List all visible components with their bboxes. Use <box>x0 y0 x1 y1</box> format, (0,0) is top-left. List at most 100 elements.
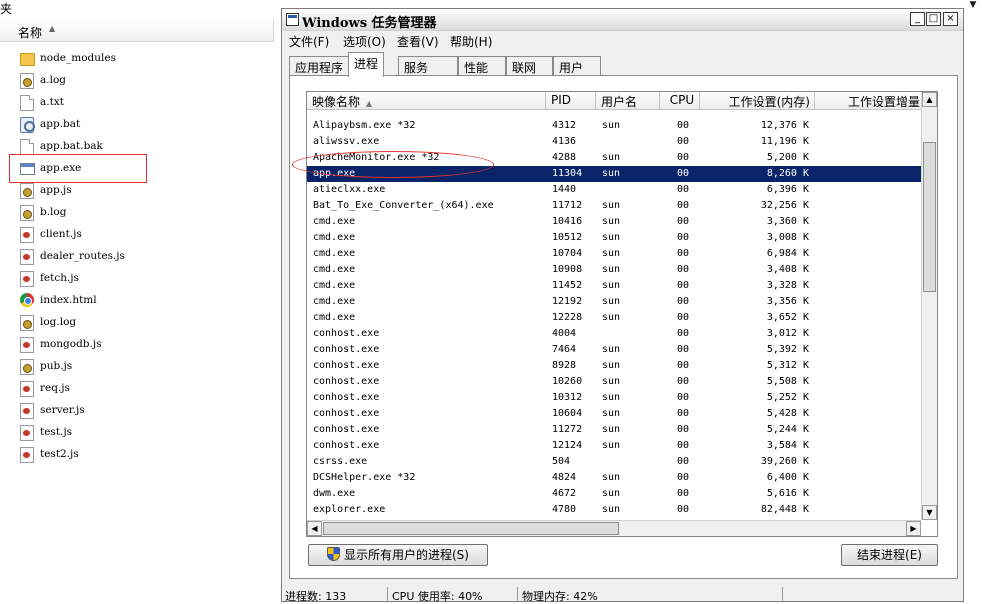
tab-performance[interactable]: 性能 <box>458 56 506 76</box>
process-row[interactable]: cmd.exe 10908 sun 00 3,408 K <box>307 262 921 278</box>
process-name: cmd.exe <box>313 248 356 259</box>
task-manager-window: Windows 任务管理器 _ □ × 文件(F) 选项(O) 查看(V) 帮助… <box>281 8 964 603</box>
process-row[interactable]: conhost.exe 4004 00 3,012 K <box>307 326 921 342</box>
process-row[interactable]: dwm.exe 4672 sun 00 5,616 K <box>307 486 921 502</box>
process-memory: 5,428 K <box>766 408 809 419</box>
horizontal-scrollbar[interactable]: ◀ ▶ <box>307 520 921 536</box>
process-name: atieclxx.exe <box>313 184 386 195</box>
menu-bar: 文件(F) 选项(O) 查看(V) 帮助(H) <box>282 31 963 51</box>
end-process-button[interactable]: 结束进程(E) <box>841 544 938 566</box>
title-bar[interactable]: Windows 任务管理器 _ □ × <box>282 9 963 31</box>
column-header-name[interactable]: 名称 ▲ <box>0 20 274 42</box>
process-memory: 6,396 K <box>766 184 809 195</box>
tab-users[interactable]: 用户 <box>553 56 601 76</box>
menu-options[interactable]: 选项(O) <box>343 33 386 50</box>
process-row[interactable]: cmd.exe 12228 sun 00 3,652 K <box>307 310 921 326</box>
process-user: sun <box>602 424 621 435</box>
process-memory: 3,408 K <box>766 264 809 275</box>
file-name: a.txt <box>40 96 64 108</box>
scroll-thumb[interactable] <box>923 142 936 292</box>
process-pid: 10260 <box>552 376 583 387</box>
minimize-button[interactable]: _ <box>910 12 925 26</box>
folder-icon <box>20 53 35 66</box>
process-row[interactable]: explorer.exe 4780 sun 00 82,448 K <box>307 502 921 518</box>
process-pid: 10416 <box>552 216 583 227</box>
process-memory: 3,356 K <box>766 296 809 307</box>
process-memory: 3,652 K <box>766 312 809 323</box>
file-name: pub.js <box>40 360 73 372</box>
process-user: sun <box>602 120 621 131</box>
process-name: cmd.exe <box>313 264 356 275</box>
process-row[interactable]: conhost.exe 12124 sun 00 3,584 K <box>307 438 921 454</box>
scroll-up-icon[interactable]: ▲ <box>922 92 937 107</box>
process-cpu: 00 <box>677 120 690 131</box>
js-file-icon <box>20 425 34 441</box>
process-user: sun <box>602 312 621 323</box>
process-memory: 3,328 K <box>766 280 809 291</box>
process-row[interactable]: cmd.exe 11452 sun 00 3,328 K <box>307 278 921 294</box>
process-cpu: 00 <box>677 216 690 227</box>
column-user[interactable]: 用户名 <box>596 92 660 110</box>
explorer-top-fragment: 夹 <box>0 2 13 16</box>
process-cpu: 00 <box>677 408 690 419</box>
process-row[interactable]: Bat_To_Exe_Converter_(x64).exe 11712 sun 00… <box>307 198 921 214</box>
process-memory: 32,256 K <box>760 200 809 211</box>
process-row[interactable]: conhost.exe 10260 sun 00 5,508 K <box>307 374 921 390</box>
close-button[interactable]: × <box>943 12 958 26</box>
column-pid[interactable]: PID <box>546 92 596 110</box>
process-pid: 4824 <box>552 472 577 483</box>
process-memory: 5,616 K <box>766 488 809 499</box>
column-header-name-label: 名称 <box>18 26 43 40</box>
scroll-left-icon[interactable]: ◀ <box>307 521 322 536</box>
menu-view[interactable]: 查看(V) <box>397 33 439 50</box>
show-all-users-button[interactable]: 显示所有用户的进程(S) <box>308 544 488 566</box>
process-row[interactable]: aliwssv.exe 4136 00 11,196 K <box>307 134 921 150</box>
column-image-name[interactable]: 映像名称 ▲ <box>307 92 546 110</box>
process-row[interactable]: conhost.exe 11272 sun 00 5,244 K <box>307 422 921 438</box>
log-file-icon <box>20 73 34 89</box>
process-memory: 3,012 K <box>766 328 809 339</box>
explorer-top-strip: 夹 <box>0 0 282 16</box>
process-row[interactable]: cmd.exe 10704 sun 00 6,984 K <box>307 246 921 262</box>
process-row[interactable]: conhost.exe 7464 sun 00 5,392 K <box>307 342 921 358</box>
process-pid: 10908 <box>552 264 583 275</box>
menu-file[interactable]: 文件(F) <box>289 33 329 50</box>
file-name: fetch.js <box>40 272 79 284</box>
menu-help[interactable]: 帮助(H) <box>450 33 492 50</box>
process-row[interactable]: conhost.exe 10312 sun 00 5,252 K <box>307 390 921 406</box>
process-row[interactable]: cmd.exe 10416 sun 00 3,360 K <box>307 214 921 230</box>
scroll-right-icon[interactable]: ▶ <box>906 521 921 536</box>
process-memory: 12,376 K <box>760 120 809 131</box>
tab-networking[interactable]: 联网 <box>506 56 553 76</box>
process-row[interactable]: DCSHelper.exe *32 4824 sun 00 6,400 K <box>307 470 921 486</box>
process-user: sun <box>602 200 621 211</box>
process-cpu: 00 <box>677 280 690 291</box>
maximize-button[interactable]: □ <box>926 12 941 26</box>
tab-processes[interactable]: 进程 <box>348 52 385 77</box>
process-row[interactable]: atieclxx.exe 1440 00 6,396 K <box>307 182 921 198</box>
process-cpu: 00 <box>677 344 690 355</box>
process-row[interactable]: csrss.exe 504 00 39,260 K <box>307 454 921 470</box>
column-memory-delta[interactable]: 工作设置增量 <box>815 92 925 110</box>
process-row[interactable]: cmd.exe 10512 sun 00 3,008 K <box>307 230 921 246</box>
tab-applications[interactable]: 应用程序 <box>289 56 350 76</box>
process-row[interactable]: conhost.exe 8928 sun 00 5,312 K <box>307 358 921 374</box>
vertical-scrollbar[interactable]: ▲ ▼ <box>921 92 937 520</box>
process-pid: 4004 <box>552 328 577 339</box>
tab-services[interactable]: 服务 <box>398 56 458 76</box>
js-file-icon <box>20 403 34 419</box>
column-memory[interactable]: 工作设置(内存) <box>700 92 815 110</box>
process-row[interactable]: cmd.exe 12192 sun 00 3,356 K <box>307 294 921 310</box>
scroll-down-icon[interactable]: ▼ <box>922 505 937 520</box>
process-cpu: 00 <box>677 200 690 211</box>
process-name: aliwssv.exe <box>313 136 380 147</box>
process-row[interactable]: conhost.exe 10604 sun 00 5,428 K <box>307 406 921 422</box>
process-user: sun <box>602 488 621 499</box>
column-cpu[interactable]: CPU <box>660 92 700 110</box>
process-pid: 7464 <box>552 344 577 355</box>
window-title: Windows 任务管理器 <box>302 16 437 31</box>
process-user: sun <box>602 376 621 387</box>
process-row[interactable]: Alipaybsm.exe *32 4312 sun 00 12,376 K <box>307 118 921 134</box>
process-user: sun <box>602 408 621 419</box>
horizontal-scroll-thumb[interactable] <box>323 522 619 535</box>
